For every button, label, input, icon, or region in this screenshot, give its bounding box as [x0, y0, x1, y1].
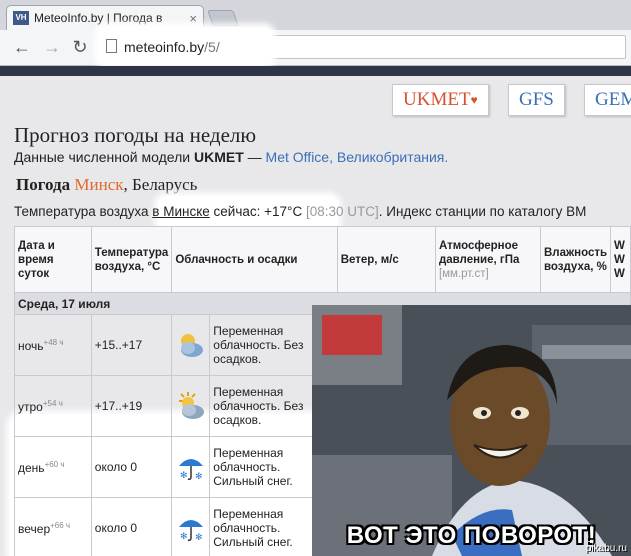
header-extra: W W W [610, 226, 631, 293]
meme-caption: ВОТ ЭТО ПОВОРОТ! [346, 522, 597, 549]
svg-text:✻: ✻ [195, 471, 203, 481]
svg-text:✻: ✻ [180, 531, 188, 541]
new-tab-button[interactable] [207, 10, 239, 26]
forward-button[interactable]: → [42, 37, 62, 57]
url-host: meteoinfo.by [124, 39, 205, 55]
header-wind: Ветер, м/с [336, 226, 436, 293]
time-cell: день+60 ч [14, 436, 92, 498]
page-title: Прогноз погоды на неделю [14, 123, 257, 147]
time-cell: утро+54 ч [14, 375, 92, 437]
snow-umbrella-icon: ✻ ✻ [176, 452, 206, 482]
url-path: /5/ [204, 39, 220, 55]
page-icon [106, 39, 117, 53]
header-humidity: Влажность воздуха, % [539, 226, 612, 293]
header-cloud: Облачность и осадки [171, 226, 338, 293]
svg-text:✻: ✻ [195, 532, 203, 542]
snow-umbrella-icon: ✻ ✻ [176, 513, 206, 543]
city-temp-link[interactable]: в Минске [152, 204, 209, 219]
table-header-row: Дата и время суток Температура воздуха, … [14, 226, 631, 293]
watermark: pikabu.ru [585, 543, 627, 554]
page-top-strip [0, 66, 631, 76]
partly-cloudy-night-icon [176, 330, 206, 360]
model-button-gem[interactable]: GEM [584, 84, 631, 116]
source-link[interactable]: Met Office, Великобритания. [266, 149, 449, 165]
temp-cell: +15..+17 [90, 314, 173, 376]
header-temp: Температура воздуха, °С [90, 226, 173, 293]
svg-text:✻: ✻ [180, 470, 188, 480]
model-name: UKMET [193, 149, 244, 165]
temp-cell: около 0 [90, 436, 173, 498]
tab-title: MeteoInfo.by | Погода в [34, 11, 163, 25]
tab-strip: VH MeteoInfo.by | Погода в × [0, 0, 631, 30]
header-datetime: Дата и время суток [14, 226, 92, 293]
current-temperature-line: Температура воздуха в Минске сейчас: +17… [14, 204, 587, 219]
site-favicon-icon: VH [13, 11, 29, 25]
time-cell: вечер+66 ч [14, 497, 92, 556]
partly-cloudy-day-icon [176, 391, 206, 421]
reload-button[interactable]: ↻ [70, 37, 90, 57]
temp-cell: +17..+19 [90, 375, 173, 437]
model-button-ukmet[interactable]: UKMET♥ [392, 84, 489, 116]
url-text[interactable]: meteoinfo.by/5/ [124, 39, 220, 55]
header-pressure: Атмосферное давление, гПа [мм.рт.ст] [434, 226, 541, 293]
meme-image: ВОТ ЭТО ПОВОРОТ! pikabu.ru [312, 305, 631, 556]
temp-cell: около 0 [90, 497, 173, 556]
back-button[interactable]: ← [12, 37, 32, 57]
meme-illustration [312, 305, 631, 556]
model-subtitle: Данные численной модели UKMET — Met Offi… [14, 149, 449, 165]
tab-close-icon[interactable]: × [189, 11, 197, 26]
city-name: Минск [74, 175, 124, 194]
location-heading: Погода Минск, Беларусь [16, 175, 198, 194]
time-cell: ночь+48 ч [14, 314, 92, 376]
model-button-gfs[interactable]: GFS [508, 84, 565, 116]
